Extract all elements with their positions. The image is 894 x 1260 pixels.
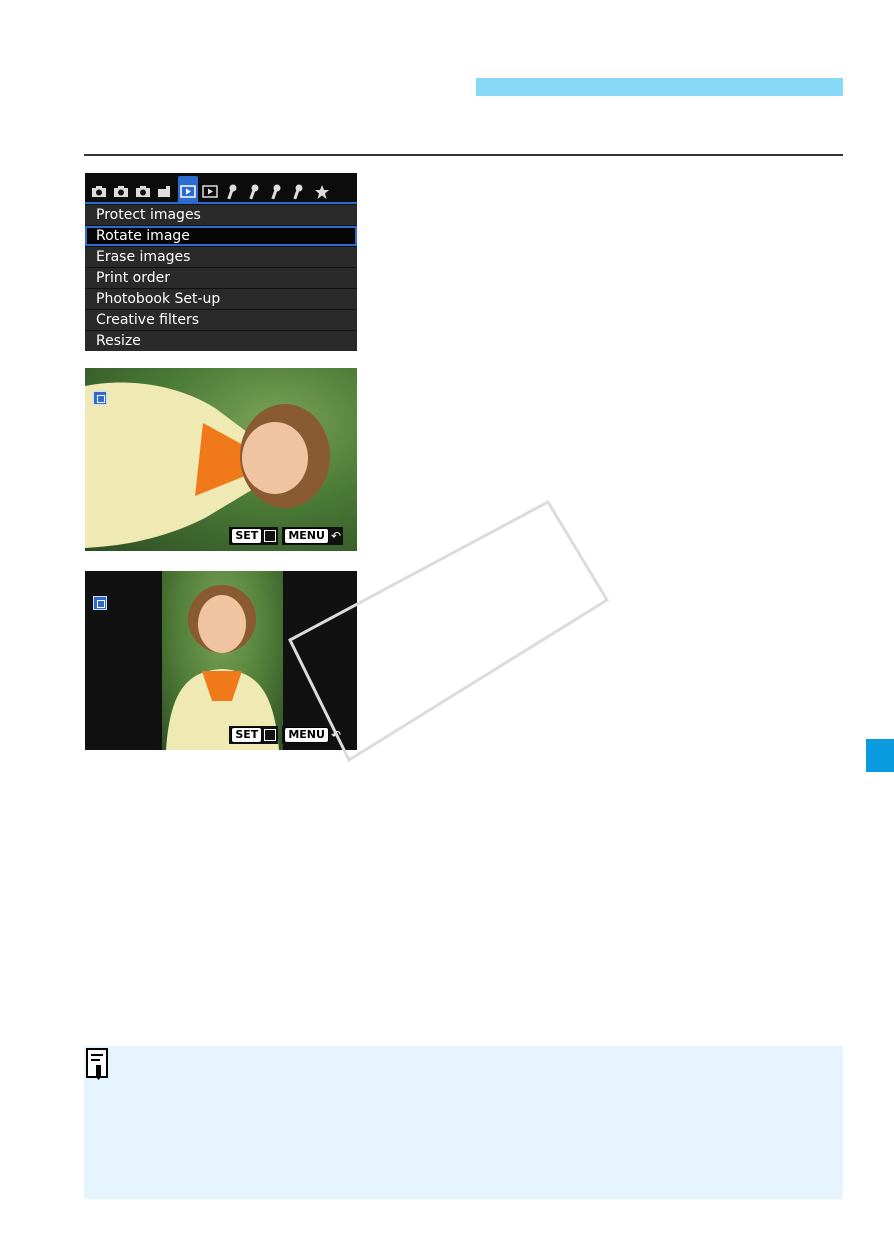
chapter-side-tab [866,739,894,772]
note-pencil-icon [86,1048,108,1080]
note-box [84,1046,843,1199]
